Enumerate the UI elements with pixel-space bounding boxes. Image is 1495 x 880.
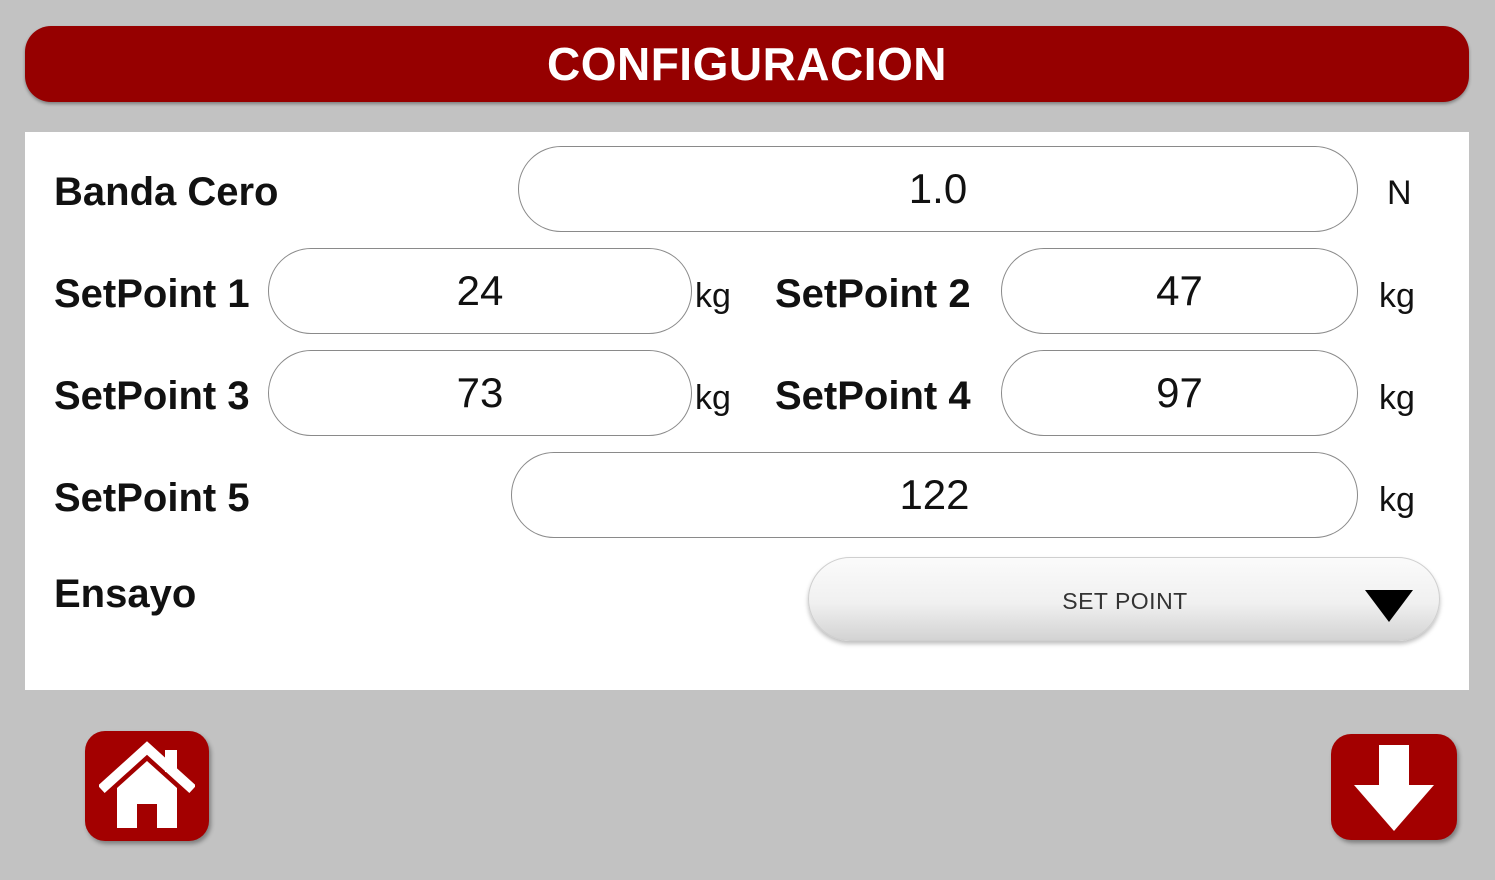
save-download-button[interactable] bbox=[1331, 734, 1457, 840]
banda-cero-field[interactable]: 1.0 bbox=[518, 146, 1358, 232]
setpoint5-label: SetPoint 5 bbox=[54, 476, 250, 520]
setpoint2-field[interactable]: 47 bbox=[1001, 248, 1358, 334]
ensayo-label: Ensayo bbox=[54, 572, 197, 616]
setpoint1-label: SetPoint 1 bbox=[54, 272, 250, 316]
setpoint1-field[interactable]: 24 bbox=[268, 248, 692, 334]
banda-cero-unit: N bbox=[1387, 174, 1412, 212]
triangle-down-icon[interactable] bbox=[1365, 590, 1413, 622]
title-bar: CONFIGURACION bbox=[25, 26, 1469, 102]
setpoint5-field[interactable]: 122 bbox=[511, 452, 1358, 538]
setpoint2-label: SetPoint 2 bbox=[775, 272, 971, 316]
home-button[interactable] bbox=[85, 731, 209, 841]
setpoint1-unit: kg bbox=[695, 277, 731, 315]
down-arrow-icon bbox=[1354, 745, 1434, 831]
setpoint4-unit: kg bbox=[1379, 379, 1415, 417]
setpoint4-field[interactable]: 97 bbox=[1001, 350, 1358, 436]
banda-cero-label: Banda Cero bbox=[54, 170, 279, 214]
page-title: CONFIGURACION bbox=[546, 38, 948, 90]
setpoint4-label: SetPoint 4 bbox=[775, 374, 971, 418]
setpoint3-label: SetPoint 3 bbox=[54, 374, 250, 418]
home-icon bbox=[99, 741, 195, 828]
setpoint3-unit: kg bbox=[695, 379, 731, 417]
setpoint3-field[interactable]: 73 bbox=[268, 350, 692, 436]
setpoint2-unit: kg bbox=[1379, 277, 1415, 315]
ensayo-selected-value: SET POINT bbox=[1062, 588, 1188, 614]
setpoint5-unit: kg bbox=[1379, 481, 1415, 519]
config-panel: Banda Cero 1.0 N SetPoint 1 24 kg SetPoi… bbox=[25, 132, 1469, 690]
ensayo-select[interactable]: SET POINT bbox=[808, 557, 1440, 641]
